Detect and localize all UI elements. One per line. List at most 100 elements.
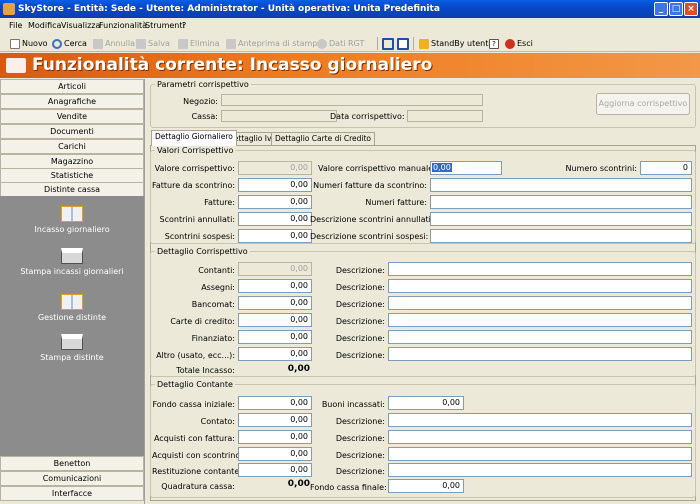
- sidebar-item-comunicazioni[interactable]: Comunicazioni: [0, 471, 144, 486]
- tab-dettaglio-carte[interactable]: Dettaglio Carte di Credito: [271, 132, 375, 145]
- corrispettivo-manuale-label: Valore corrispettivo manuale:: [318, 164, 436, 173]
- negozio-label: Negozio:: [183, 97, 218, 106]
- salva-button[interactable]: Salva: [136, 37, 170, 50]
- fondo-cassa-iniziale-field[interactable]: 0,00: [238, 396, 312, 410]
- descr-scontrini-sospesi-field[interactable]: [430, 229, 692, 243]
- cassa-field[interactable]: [221, 110, 337, 122]
- descrizione-acquisti-fattura-field[interactable]: [388, 430, 692, 444]
- bancomat-label: Bancomat:: [191, 300, 235, 309]
- menu-modifica[interactable]: Modifica: [28, 21, 61, 30]
- scontrini-annullati-field[interactable]: 0,00: [238, 212, 312, 226]
- descrizione-finanziato-field[interactable]: [388, 330, 692, 344]
- sidebar-item-interfacce[interactable]: Interfacce: [0, 486, 144, 501]
- layout-button-1[interactable]: [382, 37, 396, 50]
- carte-credito-field[interactable]: 0,00: [238, 313, 312, 327]
- panel-item-stampa-distinte[interactable]: Stampa distinte: [0, 334, 144, 362]
- fatture-label: Fatture:: [204, 198, 235, 207]
- altro-label: Altro (usato, ecc...):: [156, 351, 235, 360]
- layout-button-2[interactable]: [397, 37, 411, 50]
- menu-strumenti[interactable]: Strumenti: [145, 21, 185, 30]
- annulla-button[interactable]: Annulla: [93, 37, 135, 50]
- descrizione-altro-label: Descrizione:: [335, 351, 385, 360]
- menu-visualizza[interactable]: Visualizza: [61, 21, 100, 30]
- assegni-field[interactable]: 0,00: [238, 279, 312, 293]
- buoni-incassati-field[interactable]: 0,00: [388, 396, 464, 410]
- panel-item-stampa-incassi[interactable]: Stampa incassi giornalieri: [0, 248, 144, 276]
- sidebar-item-distinte-cassa[interactable]: Distinte cassa: [0, 182, 144, 197]
- corrispettivo-manuale-field[interactable]: 0,00: [430, 161, 502, 175]
- data-field[interactable]: [407, 110, 483, 122]
- finanziato-label: Finanziato:: [191, 334, 235, 343]
- print-preview-icon: [226, 38, 236, 49]
- aggiorna-button[interactable]: Aggiorna corrispettivo: [596, 93, 690, 115]
- toolbar: Nuovo Cerca Annulla Salva Elimina Antepr…: [0, 34, 700, 52]
- acquisti-fattura-field[interactable]: 0,00: [238, 430, 312, 444]
- sidebar-item-statistiche[interactable]: Statistiche: [0, 168, 144, 183]
- descrizione-bancomat-field[interactable]: [388, 296, 692, 310]
- descrizione-contanti-label: Descrizione:: [335, 266, 385, 275]
- negozio-field[interactable]: [221, 94, 483, 106]
- menu-file[interactable]: File: [9, 21, 22, 30]
- descrizione-acquisti-scontrino-field[interactable]: [388, 447, 692, 461]
- altro-field[interactable]: 0,00: [238, 347, 312, 361]
- minimize-button[interactable]: _: [654, 2, 668, 16]
- sidebar-item-articoli[interactable]: Articoli: [0, 79, 144, 94]
- nuovo-button[interactable]: Nuovo: [10, 37, 48, 50]
- tab-dettaglio-giornaliero[interactable]: Dettaglio Giornaliero: [151, 130, 237, 146]
- sidebar-item-magazzino[interactable]: Magazzino: [0, 154, 144, 169]
- finanziato-field[interactable]: 0,00: [238, 330, 312, 344]
- numeri-fatture-label: Numeri fatture:: [365, 198, 427, 207]
- esci-button[interactable]: Esci: [505, 37, 533, 50]
- acquisti-scontrino-field[interactable]: 0,00: [238, 447, 312, 461]
- menu-help[interactable]: ?: [182, 21, 186, 30]
- sidebar-item-vendite[interactable]: Vendite: [0, 109, 144, 124]
- descrizione-contato-field[interactable]: [388, 413, 692, 427]
- elimina-button[interactable]: Elimina: [178, 37, 220, 50]
- descrizione-carte-label: Descrizione:: [335, 317, 385, 326]
- dati-rgt-button[interactable]: Dati RGT: [317, 37, 364, 50]
- scontrini-sospesi-field[interactable]: 0,00: [238, 229, 312, 243]
- sidebar-item-benetton[interactable]: Benetton: [0, 456, 144, 471]
- app-icon: [3, 3, 15, 15]
- numeri-fatture-scontrino-field[interactable]: [430, 178, 692, 192]
- panel-item-gestione-distinte[interactable]: Gestione distinte: [0, 294, 144, 322]
- sidebar-item-carichi[interactable]: Carichi: [0, 139, 144, 154]
- fatture-scontrino-field[interactable]: 0,00: [238, 178, 312, 192]
- acquisti-scontrino-label: Acquisti con scontrino:: [152, 451, 243, 460]
- dettaglio-contante-legend: Dettaglio Contante: [157, 380, 233, 389]
- printer-icon: [61, 334, 83, 350]
- panel-item-incasso-giornaliero[interactable]: Incasso giornaliero: [0, 206, 144, 234]
- totale-incasso-label: Totale Incasso:: [176, 366, 235, 375]
- help-button[interactable]: ?: [489, 37, 501, 50]
- sidebar-item-anagrafiche[interactable]: Anagrafiche: [0, 94, 144, 109]
- bancomat-field[interactable]: 0,00: [238, 296, 312, 310]
- fatture-field[interactable]: 0,00: [238, 195, 312, 209]
- scontrini-sospesi-label: Scontrini sospesi:: [164, 232, 235, 241]
- cerca-button[interactable]: Cerca: [52, 37, 87, 50]
- contanti-field[interactable]: 0,00: [238, 262, 312, 276]
- numero-scontrini-field[interactable]: 0: [640, 161, 692, 175]
- descrizione-restituzione-field[interactable]: [388, 463, 692, 477]
- numeri-fatture-field[interactable]: [430, 195, 692, 209]
- standby-icon: [419, 38, 429, 49]
- fondo-cassa-finale-field[interactable]: 0,00: [388, 479, 464, 493]
- standby-button[interactable]: StandBy utente: [419, 37, 493, 50]
- sidebar-item-documenti[interactable]: Documenti: [0, 124, 144, 139]
- contato-field[interactable]: 0,00: [238, 413, 312, 427]
- anteprima-button[interactable]: Anteprima di stampa: [226, 37, 322, 50]
- valore-corrispettivo-label: Valore corrispettivo:: [154, 164, 235, 173]
- descr-scontrini-annullati-field[interactable]: [430, 212, 692, 226]
- numero-scontrini-label: Numero scontrini:: [565, 164, 638, 173]
- descrizione-carte-field[interactable]: [388, 313, 692, 327]
- descrizione-altro-field[interactable]: [388, 347, 692, 361]
- descrizione-contanti-field[interactable]: [388, 262, 692, 276]
- fondo-cassa-iniziale-label: Fondo cassa iniziale:: [152, 400, 235, 409]
- restituzione-contante-field[interactable]: 0,00: [238, 463, 312, 477]
- maximize-button[interactable]: □: [669, 2, 683, 16]
- valore-corrispettivo-field[interactable]: 0,00: [238, 161, 312, 175]
- buoni-incassati-label: Buoni incassati:: [321, 400, 385, 409]
- menu-funzionalita[interactable]: Funzionalità: [99, 21, 147, 30]
- descrizione-assegni-field[interactable]: [388, 279, 692, 293]
- close-button[interactable]: ×: [684, 2, 698, 16]
- layout-icon: [382, 37, 394, 50]
